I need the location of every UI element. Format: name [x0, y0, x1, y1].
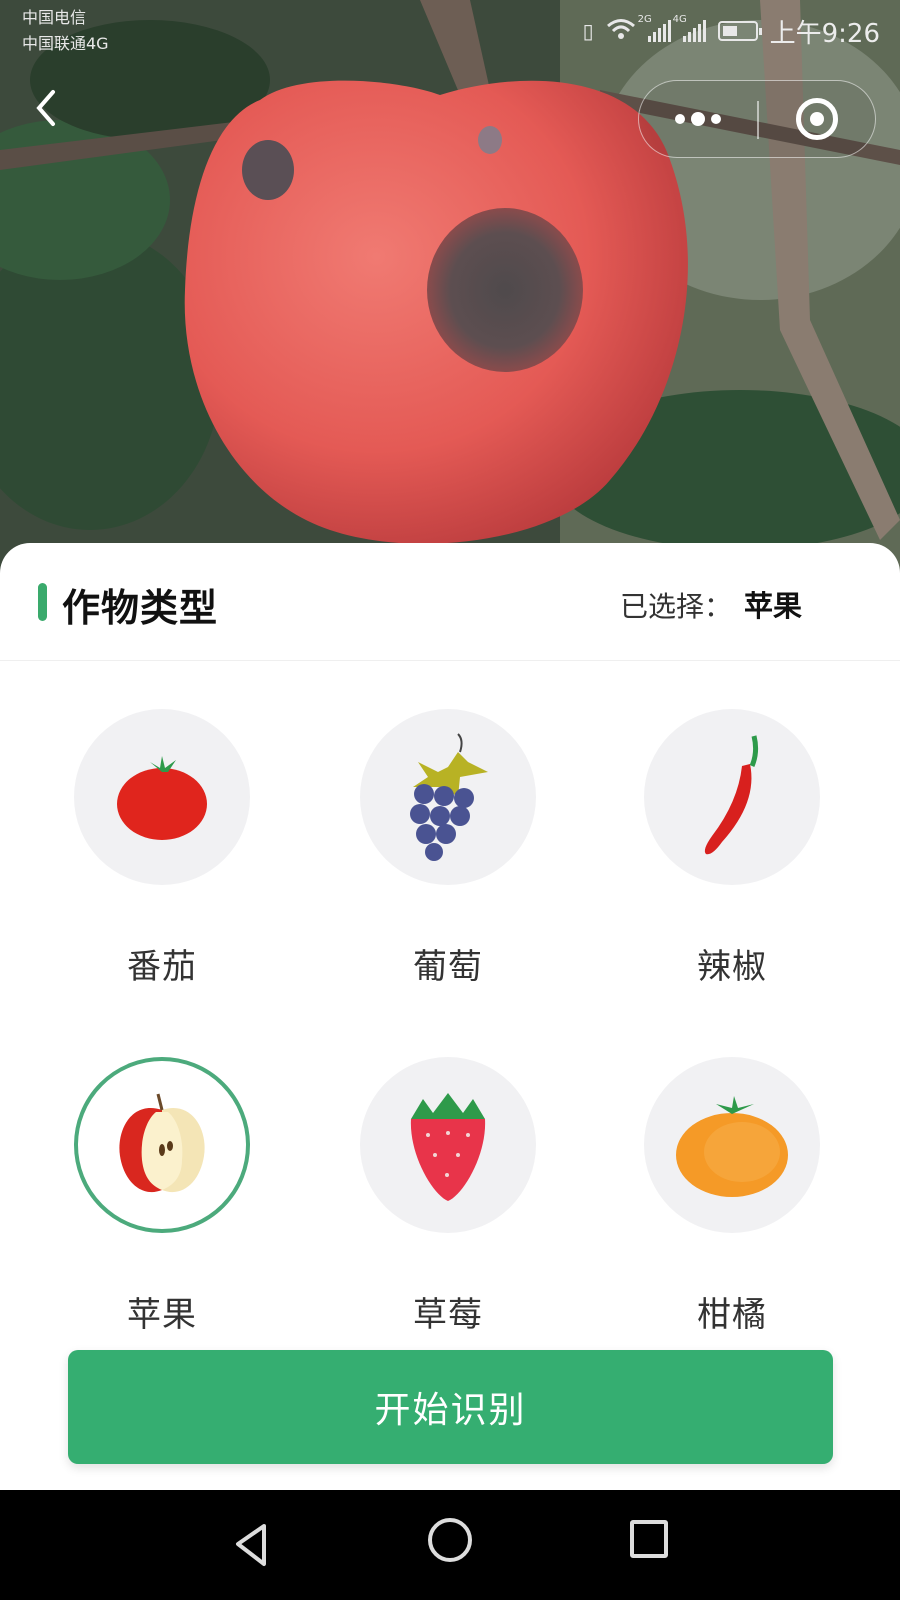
selected-value: 苹果 — [744, 589, 803, 623]
wifi-icon — [606, 18, 636, 44]
crop-label: 番茄 — [127, 947, 197, 987]
tomato-icon — [117, 756, 207, 840]
back-button[interactable] — [24, 86, 68, 130]
crop-item-apple[interactable]: 苹果 — [42, 1057, 282, 1387]
orange-icon — [676, 1096, 788, 1197]
crop-item-grape[interactable]: 葡萄 — [328, 709, 568, 1039]
crop-disc — [74, 1057, 250, 1233]
crop-disc — [644, 1057, 820, 1233]
crop-item-orange[interactable]: 柑橘 — [612, 1057, 852, 1387]
capsule-menu — [638, 80, 876, 158]
crop-item-chili[interactable]: 辣椒 — [612, 709, 852, 1039]
crop-disc — [360, 709, 536, 885]
sheet-title: 作物类型 — [62, 586, 219, 630]
crop-label: 柑橘 — [697, 1295, 767, 1335]
crop-label: 葡萄 — [413, 947, 483, 987]
sheet-header: 作物类型 已选择： 苹果 — [0, 543, 900, 661]
crop-disc — [74, 709, 250, 885]
square-recent-icon[interactable] — [630, 1520, 668, 1558]
more-dots-icon — [675, 114, 685, 124]
triangle-back-icon[interactable] — [228, 1520, 278, 1570]
signal-1-icon: 2G — [638, 14, 671, 42]
carrier-1: 中国电信 — [22, 8, 87, 27]
strawberry-icon — [410, 1093, 486, 1201]
battery-icon — [717, 21, 762, 41]
crop-item-tomato[interactable]: 番茄 — [42, 709, 282, 1039]
crop-label: 辣椒 — [697, 947, 767, 987]
grapes-icon — [410, 733, 488, 861]
title-accent-bar — [38, 583, 47, 621]
crop-disc — [644, 709, 820, 885]
crop-label: 苹果 — [127, 1295, 197, 1335]
carrier-2: 中国联通4G — [22, 34, 109, 53]
circle-home-icon[interactable] — [428, 1518, 472, 1562]
crop-type-sheet: 作物类型 已选择： 苹果 番茄 葡萄 辣椒 苹果 草莓 柑橘 — [0, 543, 900, 1490]
system-nav-bar — [0, 1490, 900, 1600]
status-time: 上午9:26 — [769, 18, 880, 49]
more-button[interactable] — [639, 81, 757, 157]
start-recognition-button[interactable]: 开始识别 — [68, 1350, 833, 1464]
chili-pepper-icon — [704, 735, 759, 855]
apple-icon — [119, 1093, 205, 1193]
selected-label: 已选择： — [620, 590, 733, 623]
crop-disc — [360, 1057, 536, 1233]
target-circle-icon — [796, 98, 838, 140]
status-bar: 中国电信 中国联通4G ▯ 2G 4G 上午9:26 — [0, 0, 900, 62]
close-button[interactable] — [759, 81, 875, 157]
signal-2-icon: 4G — [673, 14, 706, 42]
crop-label: 草莓 — [413, 1295, 483, 1335]
crop-item-strawberry[interactable]: 草莓 — [328, 1057, 568, 1387]
vibrate-icon: ▯ — [582, 19, 594, 43]
chevron-left-icon — [36, 90, 55, 126]
